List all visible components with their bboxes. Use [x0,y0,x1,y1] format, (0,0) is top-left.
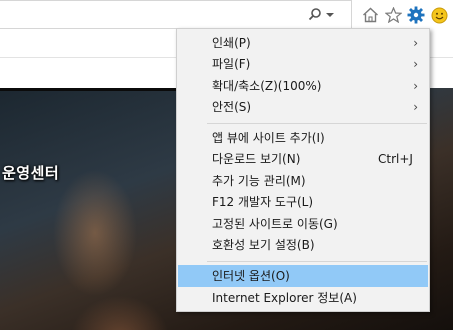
search-icon[interactable] [308,7,322,25]
menu-item-label: 호환성 보기 설정(B) [212,238,315,252]
menu-item-compat-view-settings[interactable]: 호환성 보기 설정(B) [178,234,428,256]
address-tools [308,7,334,25]
menu-item-add-site-to-apps[interactable]: 앱 뷰에 사이트 추가(I) [178,127,428,149]
menu-item-file[interactable]: 파일(F) › [178,53,428,75]
smiley-icon[interactable] [429,5,449,25]
menu-item-label: Internet Explorer 정보(A) [212,291,357,305]
menu-item-shortcut: Ctrl+J [378,152,413,166]
chevron-right-icon: › [413,36,418,50]
address-bar[interactable] [0,0,352,29]
menu-separator [207,261,427,262]
menu-item-label: 앱 뷰에 사이트 추가(I) [212,131,325,145]
menu-item-about-ie[interactable]: Internet Explorer 정보(A) [178,287,428,309]
menu-item-label: 파일(F) [212,57,251,71]
menu-item-label: 안전(S) [212,100,252,114]
chevron-right-icon: › [413,79,418,93]
menu-item-internet-options[interactable]: 인터넷 옵션(O) [178,265,428,287]
star-icon[interactable] [383,5,403,25]
menu-item-label: 확대/축소(Z)(100%) [212,79,322,93]
home-icon[interactable] [360,5,380,25]
page-caption: 운영센터 [2,164,60,182]
menu-item-label: 인쇄(P) [212,36,251,50]
chevron-right-icon: › [413,57,418,71]
menu-item-view-downloads[interactable]: 다운로드 보기(N) Ctrl+J [178,148,428,170]
chevron-right-icon: › [413,100,418,114]
menu-item-label: 다운로드 보기(N) [212,152,301,166]
menu-item-safety[interactable]: 안전(S) › [178,96,428,118]
gear-icon[interactable] [406,5,426,25]
menu-item-go-to-pinned-sites[interactable]: 고정된 사이트로 이동(G) [178,213,428,235]
menu-item-label: 추가 기능 관리(M) [212,174,306,188]
menu-item-manage-addons[interactable]: 추가 기능 관리(M) [178,170,428,192]
menu-item-zoom[interactable]: 확대/축소(Z)(100%) › [178,75,428,97]
chevron-down-icon[interactable] [326,11,334,21]
page-divider [0,88,176,91]
menu-item-label: 고정된 사이트로 이동(G) [212,217,338,231]
menu-separator [207,123,427,124]
menu-item-print[interactable]: 인쇄(P) › [178,32,428,54]
menu-item-label: F12 개발자 도구(L) [212,195,314,209]
menu-item-label: 인터넷 옵션(O) [212,269,290,283]
tools-menu: 인쇄(P) › 파일(F) › 확대/축소(Z)(100%) › 안전(S) ›… [176,28,430,312]
menu-item-f12-dev-tools[interactable]: F12 개발자 도구(L) [178,191,428,213]
